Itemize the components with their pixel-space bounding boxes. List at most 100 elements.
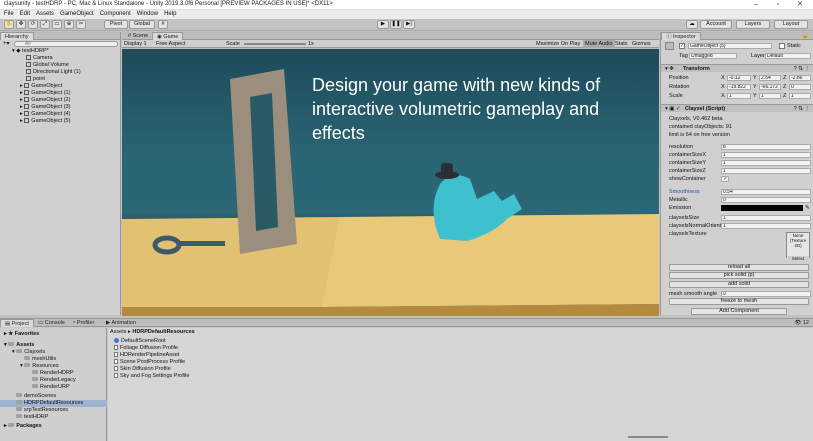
object-name-field[interactable]: GameObject (5): [688, 43, 772, 49]
container-size-z-field[interactable]: 1: [721, 168, 811, 174]
file-item[interactable]: Sky and Fog Settings Profile: [114, 373, 189, 380]
maximize-on-play-toggle[interactable]: Maximize On Play: [536, 40, 580, 48]
hierarchy-item-gameobject-4[interactable]: ▸ GameObject (4): [0, 111, 121, 118]
hierarchy-item-gameobject-3[interactable]: ▸ GameObject (3): [0, 104, 121, 111]
tree-item-clayxels[interactable]: ▾ Clayxels: [0, 349, 107, 356]
tab-console[interactable]: ▭ Console: [34, 319, 69, 327]
rotate-tool-icon[interactable]: ⟳: [28, 20, 38, 29]
hand-tool-icon[interactable]: ✋: [4, 20, 14, 29]
smooth-angle-field[interactable]: 0: [721, 291, 811, 297]
scale-slider[interactable]: [244, 43, 306, 45]
texture-slot[interactable]: None (Texture 2D) Select: [786, 232, 810, 261]
position-z-field[interactable]: -2.86: [789, 75, 811, 81]
mute-audio-toggle[interactable]: Mute Audio: [583, 40, 615, 48]
menu-help[interactable]: Help: [164, 10, 176, 19]
scale-tool-icon[interactable]: ⤢: [40, 20, 50, 29]
account-dropdown[interactable]: Account: [700, 20, 732, 29]
play-button[interactable]: ▶: [377, 20, 389, 29]
step-button[interactable]: ▶|: [403, 20, 415, 29]
tab-scene[interactable]: # Scene: [124, 32, 152, 40]
tag-dropdown[interactable]: Untagged: [689, 53, 737, 59]
file-item[interactable]: HDRenderPipelineAsset: [114, 352, 179, 359]
tree-item-meshutils[interactable]: meshUtils: [0, 356, 107, 363]
scene-item[interactable]: ▾ ◆ testHDRP*: [0, 48, 121, 55]
hierarchy-item-camera[interactable]: Camera: [0, 55, 121, 62]
tab-inspector[interactable]: ⓘ Inspector: [661, 32, 701, 40]
component-menu-icon[interactable]: ? ⇅ ⋮: [794, 65, 810, 73]
tree-item-srptestresources[interactable]: srpTestResources: [0, 407, 107, 414]
custom-tool-icon[interactable]: ✂: [76, 20, 86, 29]
tree-item-renderlegacy[interactable]: RenderLegacy: [0, 377, 107, 384]
smoothness-field[interactable]: 0.54: [721, 189, 811, 195]
tab-game[interactable]: ◉ Game: [152, 32, 184, 40]
container-size-y-field[interactable]: 1: [721, 160, 811, 166]
file-item[interactable]: Scene PostProcess Profile: [114, 359, 185, 366]
pivot-button[interactable]: Pivot: [104, 20, 128, 29]
hierarchy-item-directional-light[interactable]: Directional Light (1): [0, 69, 121, 76]
tab-hierarchy[interactable]: Hierarchy: [0, 32, 34, 40]
transform-tool-icon[interactable]: ⊕: [64, 20, 74, 29]
layers-dropdown[interactable]: Layers: [736, 20, 770, 29]
metallic-field[interactable]: 0: [721, 197, 811, 203]
menu-component[interactable]: Component: [100, 10, 131, 19]
resolution-field[interactable]: 8: [721, 144, 811, 150]
tree-item-assets[interactable]: ▾ Assets: [0, 342, 107, 349]
tree-item-demoscenes[interactable]: demoScenes: [0, 393, 107, 400]
favorites-header[interactable]: ▸ ★ Favorites: [0, 331, 107, 338]
rotation-z-field[interactable]: 0: [789, 84, 811, 90]
add-icon[interactable]: +▾: [3, 41, 11, 47]
rect-tool-icon[interactable]: ▭: [52, 20, 62, 29]
breadcrumb-current[interactable]: HDRPDefaultResources: [132, 329, 194, 335]
cloud-icon[interactable]: ☁: [686, 20, 698, 29]
rotation-y-field[interactable]: -66.172: [759, 84, 781, 90]
container-size-x-field[interactable]: 1: [721, 152, 811, 158]
tree-item-renderurp[interactable]: RenderURP: [0, 384, 107, 391]
freeze-to-mesh-button[interactable]: freeze to mesh: [669, 298, 809, 305]
display-dropdown[interactable]: Display 1: [124, 40, 147, 48]
clayxels-size-field[interactable]: 1: [721, 215, 811, 221]
clayxel-script-header[interactable]: ▾ ▣ ✓ Clayxel (Script) ? ⇅ ⋮: [661, 104, 813, 112]
layout-dropdown[interactable]: Layout: [774, 20, 808, 29]
aspect-dropdown[interactable]: Free Aspect: [156, 40, 185, 48]
position-x-field[interactable]: -0.12: [727, 75, 751, 81]
rotation-x-field[interactable]: -19.822: [727, 84, 751, 90]
tree-item-testhdrp[interactable]: testHDRP: [0, 414, 107, 421]
show-container-checkbox[interactable]: ✓: [721, 176, 729, 182]
tab-animation[interactable]: ▶ Animation: [102, 319, 140, 327]
tree-item-hdrpdefaultresources[interactable]: HDRPDefaultResources: [0, 400, 107, 407]
game-viewport[interactable]: Design your game with new kinds of inter…: [122, 49, 659, 316]
grid-snap-icon[interactable]: #: [158, 20, 168, 29]
scale-z-field[interactable]: 1: [789, 93, 811, 99]
breadcrumb-assets[interactable]: Assets: [110, 329, 127, 335]
close-icon[interactable]: ✕: [789, 0, 811, 10]
layer-dropdown[interactable]: Default: [765, 53, 811, 59]
menu-assets[interactable]: Assets: [36, 10, 54, 19]
position-y-field[interactable]: 2.54: [759, 75, 781, 81]
reload-all-button[interactable]: reload all: [669, 264, 809, 271]
hierarchy-search-input[interactable]: All: [14, 41, 118, 47]
maximize-icon[interactable]: ▫: [767, 0, 789, 10]
scale-y-field[interactable]: 1: [759, 93, 781, 99]
static-checkbox[interactable]: [779, 43, 785, 49]
hierarchy-item-gameobject[interactable]: ▸ GameObject: [0, 83, 121, 90]
file-item[interactable]: Skin Diffusion Profile: [114, 366, 171, 373]
emission-color-swatch[interactable]: [721, 205, 803, 211]
hierarchy-item-point[interactable]: point: [0, 76, 121, 83]
menu-window[interactable]: Window: [137, 10, 158, 19]
transform-header[interactable]: ▾ ✥ Transform ? ⇅ ⋮: [661, 64, 813, 72]
scale-x-field[interactable]: 1: [727, 93, 751, 99]
component-menu-icon[interactable]: ? ⇅ ⋮: [794, 105, 810, 113]
hierarchy-item-gameobject-1[interactable]: ▸ GameObject (1): [0, 90, 121, 97]
tab-profiler[interactable]: ◔ Profiler: [68, 319, 98, 327]
texture-select-button[interactable]: Select: [787, 256, 809, 261]
global-button[interactable]: Global: [129, 20, 155, 29]
menu-edit[interactable]: Edit: [20, 10, 30, 19]
menu-gameobject[interactable]: GameObject: [60, 10, 94, 19]
hierarchy-item-gameobject-2[interactable]: ▸ GameObject (2): [0, 97, 121, 104]
add-component-button[interactable]: Add Component: [691, 308, 787, 315]
move-tool-icon[interactable]: ✥: [16, 20, 26, 29]
tree-item-resources[interactable]: ▾ Resources: [0, 363, 107, 370]
tree-item-renderhdrp[interactable]: RenderHDRP: [0, 370, 107, 377]
tab-project[interactable]: ▤ Project: [0, 319, 34, 327]
lock-icon[interactable]: 🔒: [802, 32, 809, 40]
